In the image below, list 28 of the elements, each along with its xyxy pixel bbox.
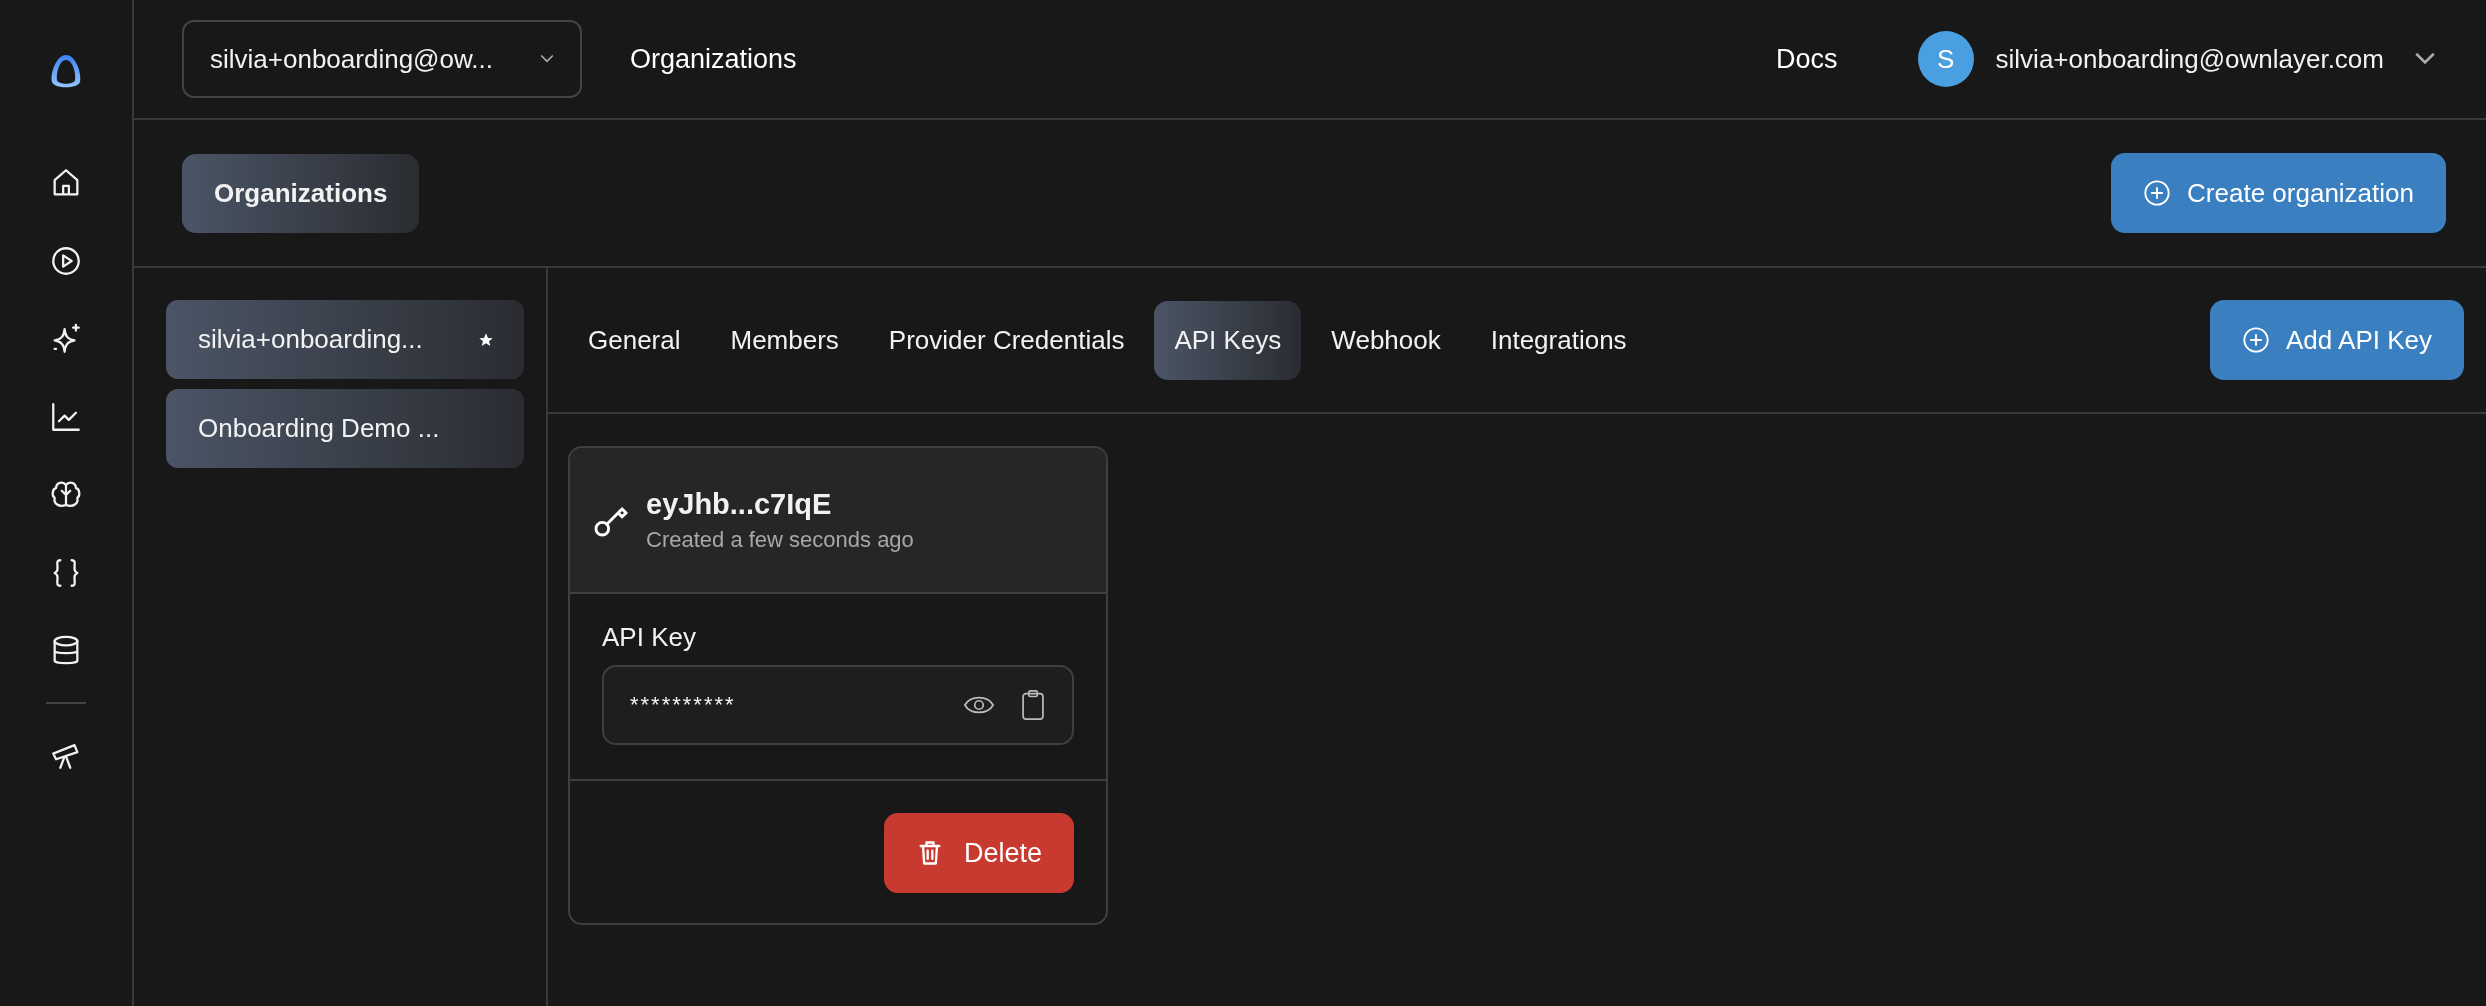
- chevron-down-icon[interactable]: [2414, 52, 2436, 66]
- chart-icon[interactable]: [49, 400, 83, 434]
- tab[interactable]: Integrations: [1470, 300, 1647, 380]
- create-organization-button[interactable]: Create organization: [2111, 153, 2446, 233]
- organization-item[interactable]: Onboarding Demo ...: [166, 389, 524, 468]
- add-api-key-button[interactable]: Add API Key: [2210, 300, 2464, 380]
- delete-button[interactable]: Delete: [883, 813, 1074, 893]
- chevron-down-icon: [540, 54, 554, 64]
- docs-link[interactable]: Docs: [1776, 43, 1838, 75]
- user-email[interactable]: silvia+onboarding@ownlayer.com: [1995, 43, 2384, 75]
- api-key-field[interactable]: **********: [602, 665, 1074, 745]
- tab[interactable]: Members: [710, 300, 859, 380]
- created-time: Created a few seconds ago: [646, 526, 914, 553]
- field-label: API Key: [602, 622, 697, 653]
- tab[interactable]: Webhook: [1311, 300, 1461, 380]
- page-title: Organizations: [182, 153, 420, 233]
- organization-item[interactable]: silvia+onboarding...: [166, 300, 524, 379]
- tab[interactable]: General: [568, 300, 701, 380]
- plus-circle-icon: [2242, 326, 2270, 354]
- tab[interactable]: Provider Credentials: [868, 300, 1145, 380]
- tab[interactable]: API Keys: [1154, 300, 1302, 380]
- organization-dropdown[interactable]: silvia+onboarding@ow...: [182, 20, 582, 98]
- nav-link[interactable]: Organizations: [630, 43, 797, 75]
- organization-name: silvia+onboarding...: [198, 324, 423, 355]
- plus-circle-icon: [2143, 179, 2172, 207]
- play-icon[interactable]: [49, 244, 83, 278]
- api-key-name: eyJhb...c7IqE: [646, 487, 833, 521]
- organization-name: Onboarding Demo ...: [198, 413, 440, 444]
